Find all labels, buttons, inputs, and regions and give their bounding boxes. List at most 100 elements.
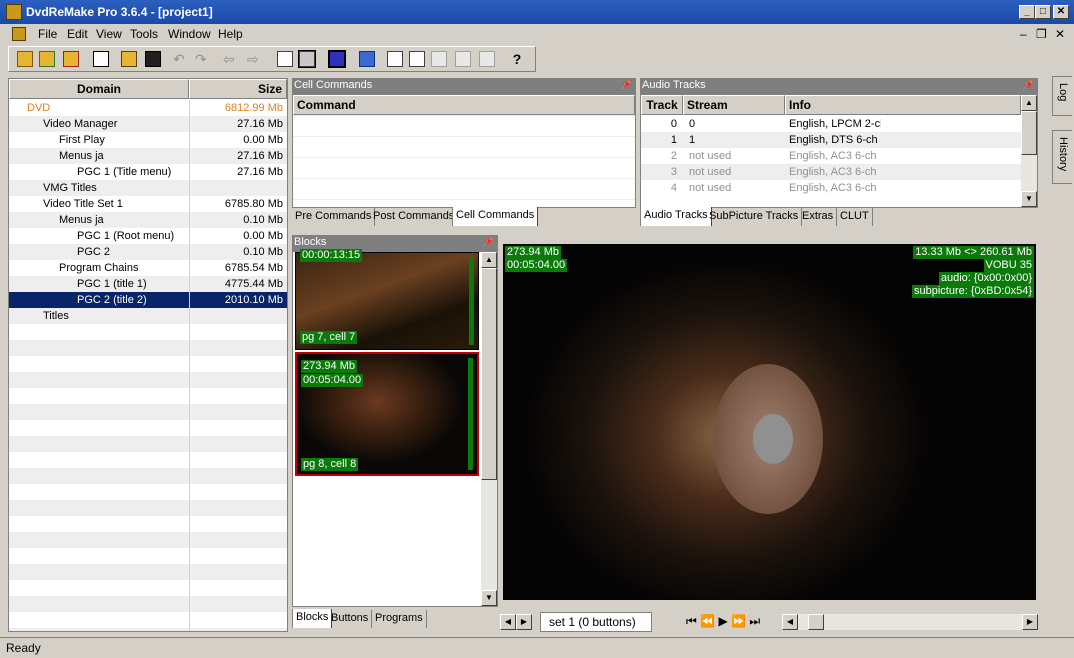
tab-clut[interactable]: CLUT [837,208,873,226]
col-track-header[interactable]: Track [641,95,683,115]
tree-row[interactable]: VMG Titles [9,180,287,196]
tab-post-commands[interactable]: Post Commands [370,208,459,226]
tree-row[interactable]: Video Manager 27.16 Mb [9,116,287,132]
help-icon[interactable]: ? [509,51,525,67]
remove-icon[interactable] [455,51,471,67]
seek-thumb[interactable] [808,614,824,630]
first-icon[interactable]: ⏮ [686,614,697,628]
back-icon[interactable]: ⇦ [223,51,239,67]
open-red-icon[interactable] [63,51,79,67]
last-icon[interactable]: ⏭ [749,614,760,628]
color-view-icon[interactable] [328,50,346,68]
side-tab-history[interactable]: History [1052,130,1072,184]
fast-forward-icon[interactable]: ⏩ [731,614,746,628]
list-view-icon[interactable] [277,51,293,67]
tree-row[interactable]: PGC 2 (title 2) 2010.10 Mb [9,292,287,308]
forward-icon[interactable]: ⇨ [247,51,263,67]
new-icon[interactable] [93,51,109,67]
save-icon[interactable] [145,51,161,67]
scroll-thumb[interactable] [1021,111,1037,155]
rewind-icon[interactable]: ⏪ [700,614,715,628]
tab-extras[interactable]: Extras [799,208,838,226]
redo-icon[interactable]: ↷ [195,51,211,67]
seek-left-icon[interactable]: ◀ [782,614,798,630]
tab-audio-tracks[interactable]: Audio Tracks [640,207,712,226]
tree-row[interactable]: PGC 1 (Title menu) 27.16 Mb [9,164,287,180]
layout-view-icon[interactable] [298,50,316,68]
tree-row[interactable]: PGC 1 (title 1) 4775.44 Mb [9,276,287,292]
tree-row[interactable]: First Play 0.00 Mb [9,132,287,148]
preview-size-label: 273.94 Mb [505,246,561,259]
edit-list-icon[interactable] [409,51,425,67]
blocks-scroll-up-icon[interactable]: ▲ [481,252,497,268]
col-stream-header[interactable]: Stream [683,95,785,115]
tab-next-icon[interactable]: ▶ [516,614,532,630]
audio-stream-cell: 1 [689,134,696,146]
maximize-button[interactable]: □ [1035,5,1051,19]
open-green-icon[interactable] [39,51,55,67]
undo-icon[interactable]: ↶ [173,51,189,67]
menu-view[interactable]: View [96,27,122,41]
col-domain-header[interactable]: Domain [9,79,189,99]
open-folder-icon[interactable] [121,51,137,67]
tree-row[interactable]: Video Title Set 1 6785.80 Mb [9,196,287,212]
mdi-minimize-icon[interactable]: – [1020,27,1027,41]
app-icon [6,4,22,20]
open-icon[interactable] [17,51,33,67]
tree-row[interactable]: Menus ja 27.16 Mb [9,148,287,164]
audio-row[interactable]: 3 not used English, AC3 6-ch [641,164,1021,180]
tree-icon[interactable] [359,51,375,67]
tree-row[interactable]: PGC 2 0.10 Mb [9,244,287,260]
menu-file[interactable]: File [38,27,57,41]
block-thumb-8[interactable]: 273.94 Mb 00:05:04.00 pg 8, cell 8 [295,352,479,476]
mdi-restore-icon[interactable]: ❐ [1036,27,1047,41]
blocks-scroll-down-icon[interactable]: ▼ [481,590,497,606]
tree-row[interactable]: PGC 1 (Root menu) 0.00 Mb [9,228,287,244]
delete-icon[interactable] [431,51,447,67]
audio-row[interactable]: 2 not used English, AC3 6-ch [641,148,1021,164]
audio-track-cell: 4 [670,182,677,194]
video-preview[interactable]: 273.94 Mb 00:05:04.00 13.33 Mb <> 260.61… [503,244,1036,600]
col-info-header[interactable]: Info [785,95,1021,115]
tab-programs[interactable]: Programs [372,610,427,628]
mdi-close-icon[interactable]: ✕ [1055,27,1065,41]
close-button[interactable]: ✕ [1053,5,1069,19]
tab-blocks[interactable]: Blocks [292,609,333,628]
tab-cell-commands[interactable]: Cell Commands [452,207,539,226]
menu-tools[interactable]: Tools [130,27,158,41]
tree-row-size: 0.00 Mb [243,230,283,242]
side-tab-log[interactable]: Log [1052,76,1072,116]
blocks-scroll-thumb[interactable] [481,268,497,480]
menu-edit[interactable]: Edit [67,27,88,41]
tab-prev-icon[interactable]: ◀ [500,614,516,630]
tree-row[interactable]: DVD 6812.99 Mb [9,100,287,116]
audio-row[interactable]: 1 1 English, DTS 6-ch [641,132,1021,148]
tab-subpicture-tracks[interactable]: SubPicture Tracks [706,208,803,226]
scroll-up-icon[interactable]: ▲ [1021,95,1037,111]
tree-row-label: First Play [59,134,105,146]
tree-row[interactable]: Program Chains 6785.54 Mb [9,260,287,276]
tab-pre-commands[interactable]: Pre Commands [292,208,376,226]
thumb-cell-label: pg 7, cell 7 [300,331,358,344]
blocks-scrollbar[interactable]: ▲ ▼ [481,252,497,606]
menu-window[interactable]: Window [168,27,211,41]
scroll-down-icon[interactable]: ▼ [1021,191,1037,207]
block-thumb-7[interactable]: 00:00:13:15 pg 7, cell 7 [295,249,479,350]
seek-right-icon[interactable]: ▶ [1022,614,1038,630]
tree-row[interactable]: Menus ja 0.10 Mb [9,212,287,228]
tree-row[interactable]: Titles [9,308,287,324]
tab-set-1[interactable]: set 1 (0 buttons) [540,612,652,632]
col-command-header[interactable]: Command [293,95,635,115]
audio-scrollbar[interactable]: ▲ ▼ [1021,95,1037,207]
sort-icon[interactable] [387,51,403,67]
play-icon[interactable]: ▶ [718,614,727,628]
seek-bar[interactable]: ◀ ▶ [782,614,1038,630]
menu-help[interactable]: Help [218,27,243,41]
mdi-doc-icon[interactable] [12,27,26,41]
audio-row[interactable]: 0 0 English, LPCM 2-ch [641,116,1021,132]
audio-row[interactable]: 4 not used English, AC3 6-ch [641,180,1021,196]
minimize-button[interactable]: _ [1019,5,1035,19]
tab-buttons[interactable]: Buttons [328,610,373,628]
blank-icon[interactable] [479,51,495,67]
col-size-header[interactable]: Size [189,79,287,99]
